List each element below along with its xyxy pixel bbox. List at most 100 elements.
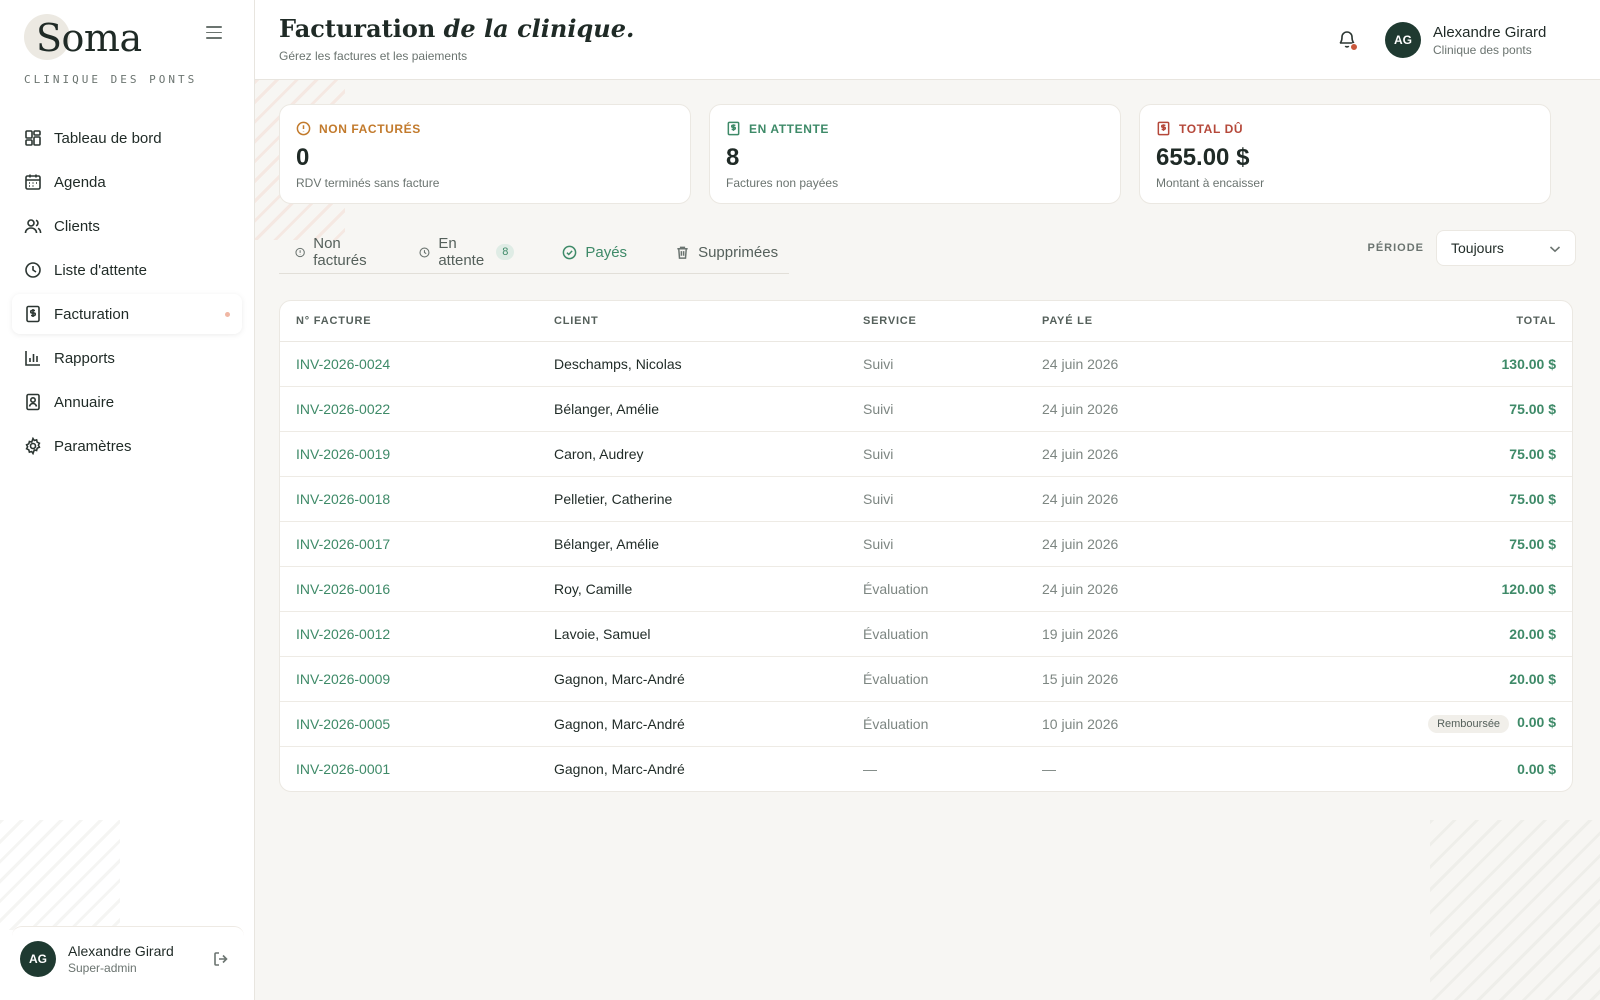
total-cell: 0.00 $ [1286,746,1572,791]
table-row[interactable]: INV-2026-0001 Gagnon, Marc-André — — 0.00 $ [280,746,1572,791]
invoice-number-link[interactable]: INV-2026-0018 [280,476,538,522]
service-type: Évaluation [847,656,1026,702]
client-name: Gagnon, Marc-André [538,701,847,747]
stats-cards: NON FACTURÉS 0 RDV terminés sans facture… [279,104,1551,204]
paid-date: 24 juin 2026 [1026,386,1286,432]
tab-label: Supprimées [698,243,779,261]
total-amount: 20.00 $ [1509,625,1556,642]
stat-description: Factures non payées [726,176,839,190]
sidebar-user-card[interactable]: AG Alexandre Girard Super-admin [12,926,244,990]
tab-paid[interactable]: Payés [546,236,627,268]
brand-name: Soma [36,16,142,60]
tab-label: Non facturés [313,235,367,269]
invoice-number-link[interactable]: INV-2026-0005 [280,701,538,747]
invoice-number-link[interactable]: INV-2026-0012 [280,611,538,657]
column-header[interactable]: CLIENT [538,301,847,342]
table-row[interactable]: INV-2026-0022 Bélanger, Amélie Suivi 24 jui… [280,386,1572,432]
period-filter: PÉRIODE Toujours [1367,230,1576,266]
service-type: — [863,760,877,777]
column-header[interactable]: PAYÉ LE [1026,301,1286,342]
stat-value: 655.00 $ [1156,144,1250,171]
sidebar-item-dashboard[interactable]: Tableau de bord [12,118,242,158]
paid-date: 24 juin 2026 [1026,566,1286,612]
period-select[interactable]: Toujours [1436,230,1576,266]
table-row[interactable]: INV-2026-0016 Roy, Camille Évaluation 24 ju… [280,566,1572,612]
invoice-number-link[interactable]: INV-2026-0019 [280,431,538,477]
user-name: Alexandre Girard [1433,23,1547,41]
invoice-number-link[interactable]: INV-2026-0022 [280,386,538,432]
table-row[interactable]: INV-2026-0012 Lavoie, Samuel Évaluation 19 … [280,611,1572,657]
tab-deleted[interactable]: Supprimées [659,236,778,268]
client-name: Bélanger, Amélie [538,521,847,567]
table-row[interactable]: INV-2026-0024 Deschamps, Nicolas Suivi 24 j… [280,341,1572,387]
column-header[interactable]: TOTAL [1286,301,1572,342]
table-row[interactable]: INV-2026-0018 Pelletier, Catherine Suivi 24… [280,476,1572,522]
period-label: PÉRIODE [1367,242,1424,254]
column-header[interactable]: N° FACTURE [280,301,538,342]
tab-unbilled[interactable]: Non facturés [279,235,371,269]
users-icon [24,217,42,235]
paid-date: 10 juin 2026 [1026,701,1286,747]
table-row[interactable]: INV-2026-0017 Bélanger, Amélie Suivi 24 jui… [280,521,1572,567]
billing-tabs: Non facturés En attente 8 Payés Supprimé… [279,235,789,274]
alert-circle-icon [296,121,311,136]
invoice-number-link[interactable]: INV-2026-0016 [280,566,538,612]
sidebar-item-directory[interactable]: Annuaire [12,382,242,422]
invoice-number-link[interactable]: INV-2026-0024 [280,341,538,387]
client-name: Caron, Audrey [538,431,847,477]
dashboard-icon [24,129,42,147]
main-content: Facturation de la clinique. Gérez les fa… [255,0,1600,1000]
notification-bell-icon[interactable] [1337,29,1359,51]
invoice-number-link[interactable]: INV-2026-0001 [280,746,538,791]
tab-pending[interactable]: En attente 8 [403,235,515,269]
paid-date: 24 juin 2026 [1026,521,1286,567]
top-bar: Facturation de la clinique. Gérez les fa… [255,0,1600,80]
brand-logo[interactable]: Soma [24,10,142,66]
receipt-icon [727,121,740,136]
total-cell: 75.00 $ [1286,476,1572,522]
sidebar-item-label: Facturation [54,305,130,323]
invoice-number-link[interactable]: INV-2026-0017 [280,521,538,567]
sidebar: Soma CLINIQUE DES PONTS Tableau de bord … [0,0,255,1000]
table-row[interactable]: INV-2026-0009 Gagnon, Marc-André Évaluatio… [280,656,1572,702]
chevron-down-icon [1549,246,1561,253]
column-header[interactable]: SERVICE [847,301,1026,342]
stat-value: 0 [296,144,310,171]
sidebar-item-billing[interactable]: Facturation [12,294,242,334]
trash-icon [677,246,688,259]
service-type: Évaluation [847,611,1026,657]
sidebar-item-label: Liste d'attente [54,261,147,279]
total-amount: 75.00 $ [1509,400,1556,417]
invoice-icon [24,305,42,323]
sidebar-item-settings[interactable]: Paramètres [12,426,242,466]
total-cell: 20.00 $ [1286,611,1572,657]
calendar-icon [24,173,42,191]
stat-card-unbilled[interactable]: NON FACTURÉS 0 RDV terminés sans facture [279,104,691,204]
sidebar-item-label: Clients [54,217,100,235]
sidebar-item-agenda[interactable]: Agenda [12,162,242,202]
sidebar-item-clients[interactable]: Clients [12,206,242,246]
table-row[interactable]: INV-2026-0005 Gagnon, Marc-André Évaluatio… [280,701,1572,747]
service-type: Suivi [847,386,1026,432]
logout-icon[interactable] [212,950,230,968]
dollar-doc-icon [1157,121,1170,136]
stat-card-total-due[interactable]: TOTAL DÛ 655.00 $ Montant à encaisser [1139,104,1551,204]
total-amount: 75.00 $ [1509,535,1556,552]
stat-label: TOTAL DÛ [1179,121,1244,136]
client-name: Deschamps, Nicolas [538,341,847,387]
sidebar-nav: Tableau de bord Agenda Clients Liste d'a… [12,118,242,470]
sidebar-item-label: Agenda [54,173,106,191]
clock-icon [24,261,42,279]
paid-date: 19 juin 2026 [1026,611,1286,657]
sidebar-item-label: Annuaire [54,393,115,411]
invoice-number-link[interactable]: INV-2026-0009 [280,656,538,702]
sidebar-item-waitlist[interactable]: Liste d'attente [12,250,242,290]
stat-card-pending[interactable]: EN ATTENTE 8 Factures non payées [709,104,1121,204]
sidebar-item-reports[interactable]: Rapports [12,338,242,378]
total-amount: 75.00 $ [1509,490,1556,507]
hamburger-menu-icon[interactable] [206,26,222,40]
total-cell: 120.00 $ [1286,566,1572,612]
header-user-menu[interactable]: AG Alexandre Girard Clinique des ponts [1385,22,1546,58]
table-row[interactable]: INV-2026-0019 Caron, Audrey Suivi 24 juin 2… [280,431,1572,477]
service-type: Suivi [847,521,1026,567]
